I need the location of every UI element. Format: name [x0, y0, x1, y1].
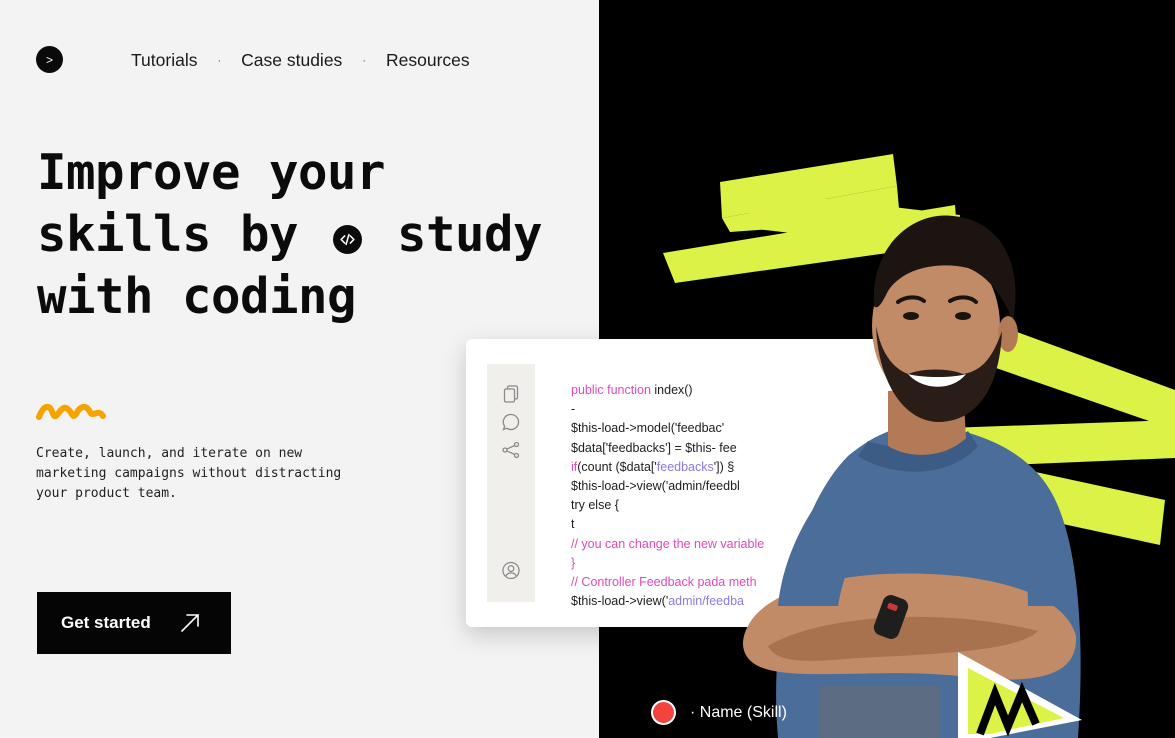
code-token: // you can change the new variable: [571, 536, 765, 551]
get-started-label: Get started: [61, 613, 151, 632]
code-line: $this-load->model('feedbac': [571, 419, 764, 438]
code-token: $data['feedbacks'] = $this- fee: [571, 440, 737, 455]
code-icon: [333, 225, 363, 254]
record-icon[interactable]: [651, 700, 676, 725]
code-line: // you can change the new variable: [571, 535, 764, 554]
code-token: $this-load->view(': [571, 594, 669, 609]
code-line: // Controller Feedback pada meth: [571, 573, 764, 592]
nav-separator: ·: [362, 54, 366, 67]
hero-description: Create, launch, and iterate on new marke…: [36, 446, 342, 501]
code-token: index(): [654, 383, 693, 397]
code-line: $this-load->view('admin/feedbl: [571, 477, 764, 496]
name-tag: · Name (Skill): [651, 700, 787, 725]
share-icon[interactable]: [502, 441, 520, 459]
code-token: -: [571, 402, 576, 417]
code-token: $this-load->model('feedbac': [571, 421, 725, 436]
play-badge-icon[interactable]: [950, 646, 1090, 738]
code-line: }: [571, 554, 764, 573]
code-token: feedbacks: [656, 459, 714, 474]
code-token: ']) §: [713, 459, 735, 474]
code-line: -: [571, 400, 764, 419]
logo[interactable]: >: [36, 46, 63, 73]
code-token: }: [571, 555, 576, 570]
hero-line-2: skills by study: [37, 204, 543, 266]
code-token: $this-load->view('admin/feedbl: [571, 479, 740, 494]
user-icon[interactable]: [502, 561, 520, 579]
squiggle-icon: [36, 403, 106, 420]
code-token: try else {: [571, 498, 619, 513]
code-token: public function: [571, 383, 655, 397]
comment-icon[interactable]: [502, 413, 520, 431]
code-line: t: [571, 515, 764, 534]
top-nav: Tutorials · Case studies · Resources: [131, 50, 470, 71]
nav-resources[interactable]: Resources: [386, 50, 470, 71]
get-started-button[interactable]: Get started: [37, 592, 231, 654]
code-line: if(count ($data['feedbacks']) §: [571, 458, 764, 477]
code-token: // Controller Feedback pada meth: [571, 575, 757, 590]
hero-line-2a: skills by: [37, 206, 299, 263]
code-token: (count ($data[': [577, 459, 657, 474]
nav-tutorials[interactable]: Tutorials: [131, 50, 197, 71]
code-line: $this-load->view('admin/feedba: [571, 592, 764, 611]
arrow-up-right-icon: [181, 614, 199, 632]
name-label: · Name (Skill): [690, 703, 787, 721]
code-token: admin/feedba: [668, 594, 744, 609]
code-block: public function index() - $this-load->mode…: [571, 381, 764, 611]
nav-separator: ·: [217, 54, 222, 67]
code-line: public function index(): [571, 381, 764, 400]
name-card-backdrop: [820, 686, 940, 738]
hero-line-1: Improve your: [37, 144, 386, 201]
editor-sidebar: [487, 364, 535, 602]
hero-line-2b: study: [397, 206, 543, 263]
logo-glyph: >: [45, 52, 53, 67]
nav-case-studies[interactable]: Case studies: [241, 50, 342, 71]
hero-title: Improve your skills by study with coding: [37, 142, 543, 328]
copy-icon[interactable]: [502, 385, 520, 403]
code-line: $data['feedbacks'] = $this- fee: [571, 439, 764, 458]
hero-line-3: with coding: [37, 268, 357, 325]
code-line: try else {: [571, 496, 764, 515]
code-token: t: [571, 517, 575, 532]
